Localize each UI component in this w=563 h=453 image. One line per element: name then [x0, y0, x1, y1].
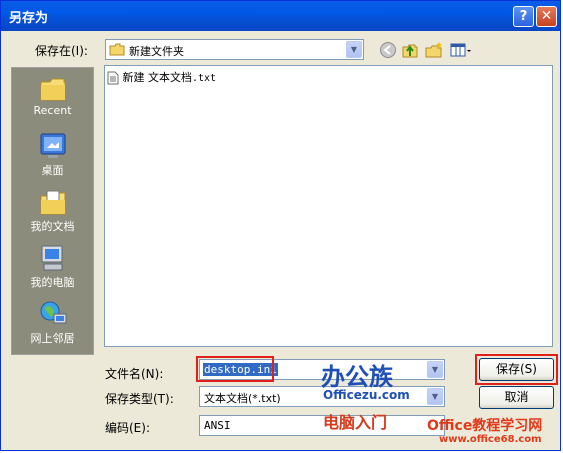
new-folder-icon[interactable] [425, 41, 443, 59]
watermark-brand: 办公族 [321, 363, 393, 391]
watermark-sub: 电脑入门 [323, 413, 388, 432]
close-icon: ✕ [540, 8, 553, 24]
up-folder-icon[interactable] [401, 41, 419, 59]
place-desktop[interactable]: 桌面 [12, 132, 93, 178]
filename-label: 文件名(N): [105, 367, 164, 381]
file-name: 新建 文本文档 [122, 71, 193, 84]
encoding-label: 编码(E): [105, 421, 150, 435]
help-icon: ? [519, 9, 528, 24]
place-my-computer[interactable]: 我的电脑 [12, 244, 93, 290]
encoding-combobox[interactable]: ANSI [199, 415, 445, 436]
text-file-icon [107, 71, 119, 85]
save-in-label: 保存在(I): [35, 44, 88, 58]
window-title: 另存为 [9, 11, 49, 26]
save-in-combobox[interactable]: 新建文件夹 ▼ [105, 39, 364, 60]
recent-folder-icon [40, 78, 65, 101]
places-bar: Recent 桌面 我的文档 我的电脑 网上邻居 [11, 67, 94, 355]
save-button-callout [475, 354, 558, 385]
my-documents-icon [40, 190, 65, 215]
filetype-value: 文本文档(*.txt) [204, 392, 281, 405]
place-network[interactable]: 网上邻居 [12, 300, 93, 346]
place-desktop-label: 桌面 [41, 164, 64, 177]
place-my-documents-label: 我的文档 [30, 220, 75, 233]
watermark-brand2-url: www.office68.com [439, 434, 542, 445]
save-as-dialog: 另存为 ? ✕ 保存在(I): 新建文件夹 ▼ Recent 桌面 我的文档 我… [0, 0, 561, 451]
folder-icon [109, 43, 125, 56]
file-ext: .txt [192, 73, 217, 84]
filetype-label: 保存类型(T): [105, 392, 174, 406]
place-recent[interactable]: Recent [12, 76, 93, 117]
my-computer-icon [41, 245, 62, 271]
network-places-icon [40, 301, 66, 324]
chevron-down-icon[interactable]: ▼ [346, 41, 362, 58]
file-list[interactable]: 新建 文本文档.txt [104, 65, 553, 347]
help-button[interactable]: ? [513, 6, 534, 27]
place-my-computer-label: 我的电脑 [30, 276, 75, 289]
chevron-down-icon[interactable]: ▼ [427, 388, 443, 405]
place-recent-label: Recent [33, 104, 72, 117]
filename-callout [196, 356, 274, 382]
watermark-url: Officezu.com [323, 388, 410, 402]
place-my-documents[interactable]: 我的文档 [12, 188, 93, 234]
view-menu-icon[interactable] [450, 41, 472, 59]
save-in-value: 新建文件夹 [129, 45, 184, 58]
encoding-value: ANSI [204, 419, 231, 432]
list-item[interactable]: 新建 文本文档.txt [107, 69, 216, 85]
watermark-brand2: Office教程学习网 [427, 418, 543, 434]
close-button[interactable]: ✕ [536, 6, 557, 27]
back-icon[interactable] [379, 41, 397, 59]
title-bar: 另存为 ? ✕ [1, 1, 560, 31]
place-network-label: 网上邻居 [30, 332, 75, 345]
cancel-button[interactable]: 取消 [479, 386, 554, 409]
desktop-icon [40, 133, 65, 158]
chevron-down-icon[interactable]: ▼ [427, 361, 443, 378]
